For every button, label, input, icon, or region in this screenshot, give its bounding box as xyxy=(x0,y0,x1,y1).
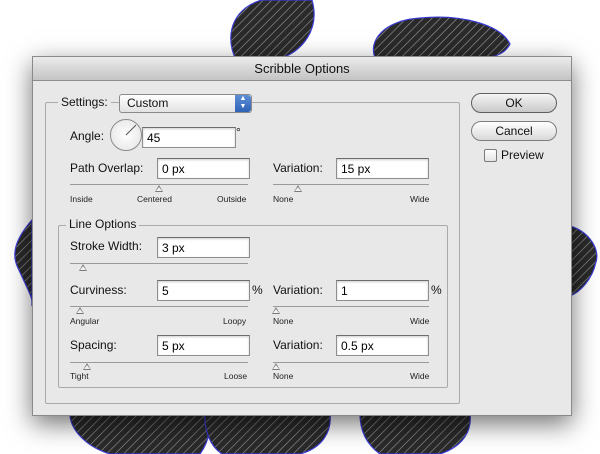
petal-bottom-left xyxy=(69,413,210,454)
line-options-title: Line Options xyxy=(66,217,140,231)
path-overlap-variation-max-label: Wide xyxy=(410,194,430,204)
settings-label: Settings: xyxy=(58,95,111,109)
curviness-max-label: Loopy xyxy=(223,316,247,326)
path-overlap-input[interactable] xyxy=(157,158,250,179)
spacing-max-label: Loose xyxy=(224,371,248,381)
curviness-label: Curviness: xyxy=(70,283,127,297)
spacing-variation-min-label: None xyxy=(273,371,294,381)
curviness-variation-unit: % xyxy=(431,283,442,297)
path-overlap-variation-min-label: None xyxy=(273,194,294,204)
petal-bottom-right xyxy=(359,413,471,454)
curviness-unit: % xyxy=(252,283,263,297)
dialog-title[interactable]: Scribble Options xyxy=(33,57,571,81)
petal-bottom-center xyxy=(204,413,331,454)
ok-button[interactable]: OK xyxy=(471,93,557,113)
stroke-width-slider-thumb[interactable] xyxy=(79,264,87,271)
angle-input[interactable] xyxy=(142,127,236,148)
preview-checkbox[interactable] xyxy=(484,149,497,162)
path-overlap-variation-label: Variation: xyxy=(273,161,323,175)
angle-dial[interactable] xyxy=(110,119,142,151)
scribble-options-dialog: Scribble Options Settings: Custom ▲ ▼ Ang… xyxy=(32,56,572,416)
stroke-width-input[interactable] xyxy=(157,237,250,258)
spacing-label: Spacing: xyxy=(70,338,117,352)
path-overlap-mid-label: Centered xyxy=(137,194,172,204)
spacing-input[interactable] xyxy=(157,335,250,356)
stroke-width-label: Stroke Width: xyxy=(70,239,143,253)
spacing-variation-slider-track xyxy=(273,362,429,363)
path-overlap-slider-thumb[interactable] xyxy=(155,185,163,192)
spacing-slider-thumb[interactable] xyxy=(83,363,91,370)
spacing-variation-input[interactable] xyxy=(336,335,429,356)
petal-right xyxy=(569,225,598,297)
spacing-variation-slider-thumb[interactable] xyxy=(272,363,280,370)
curviness-min-label: Angular xyxy=(70,316,100,326)
angle-label: Angle: xyxy=(70,129,105,143)
spacing-variation-label: Variation: xyxy=(273,338,323,352)
settings-select-value: Custom xyxy=(127,96,169,110)
curviness-variation-input[interactable] xyxy=(336,280,429,301)
curviness-variation-label: Variation: xyxy=(273,283,323,297)
path-overlap-variation-input[interactable] xyxy=(336,158,429,179)
cancel-button[interactable]: Cancel xyxy=(471,121,557,141)
petal-top-right xyxy=(372,16,511,61)
up-down-arrows-icon: ▲ ▼ xyxy=(235,95,251,112)
curviness-slider-track xyxy=(70,306,248,307)
petal-top-left xyxy=(230,0,315,61)
angle-unit: ° xyxy=(236,125,241,139)
spacing-min-label: Tight xyxy=(70,371,89,381)
curviness-variation-max-label: Wide xyxy=(410,316,430,326)
curviness-slider-thumb[interactable] xyxy=(76,307,84,314)
spacing-variation-max-label: Wide xyxy=(410,371,430,381)
angle-dial-needle-icon xyxy=(125,124,137,136)
preview-label[interactable]: Preview xyxy=(501,148,544,162)
curviness-variation-slider-track xyxy=(273,306,429,307)
settings-select[interactable]: Custom ▲ ▼ xyxy=(119,94,252,113)
path-overlap-variation-slider-thumb[interactable] xyxy=(294,185,302,192)
curviness-input[interactable] xyxy=(157,280,250,301)
spacing-slider-track xyxy=(70,362,248,363)
petal-left xyxy=(14,218,33,307)
path-overlap-max-label: Outside xyxy=(217,194,247,204)
path-overlap-min-label: Inside xyxy=(70,194,93,204)
stroke-width-slider-track xyxy=(70,263,248,264)
curviness-variation-min-label: None xyxy=(273,316,294,326)
curviness-variation-slider-thumb[interactable] xyxy=(272,307,280,314)
path-overlap-label: Path Overlap: xyxy=(70,161,144,175)
